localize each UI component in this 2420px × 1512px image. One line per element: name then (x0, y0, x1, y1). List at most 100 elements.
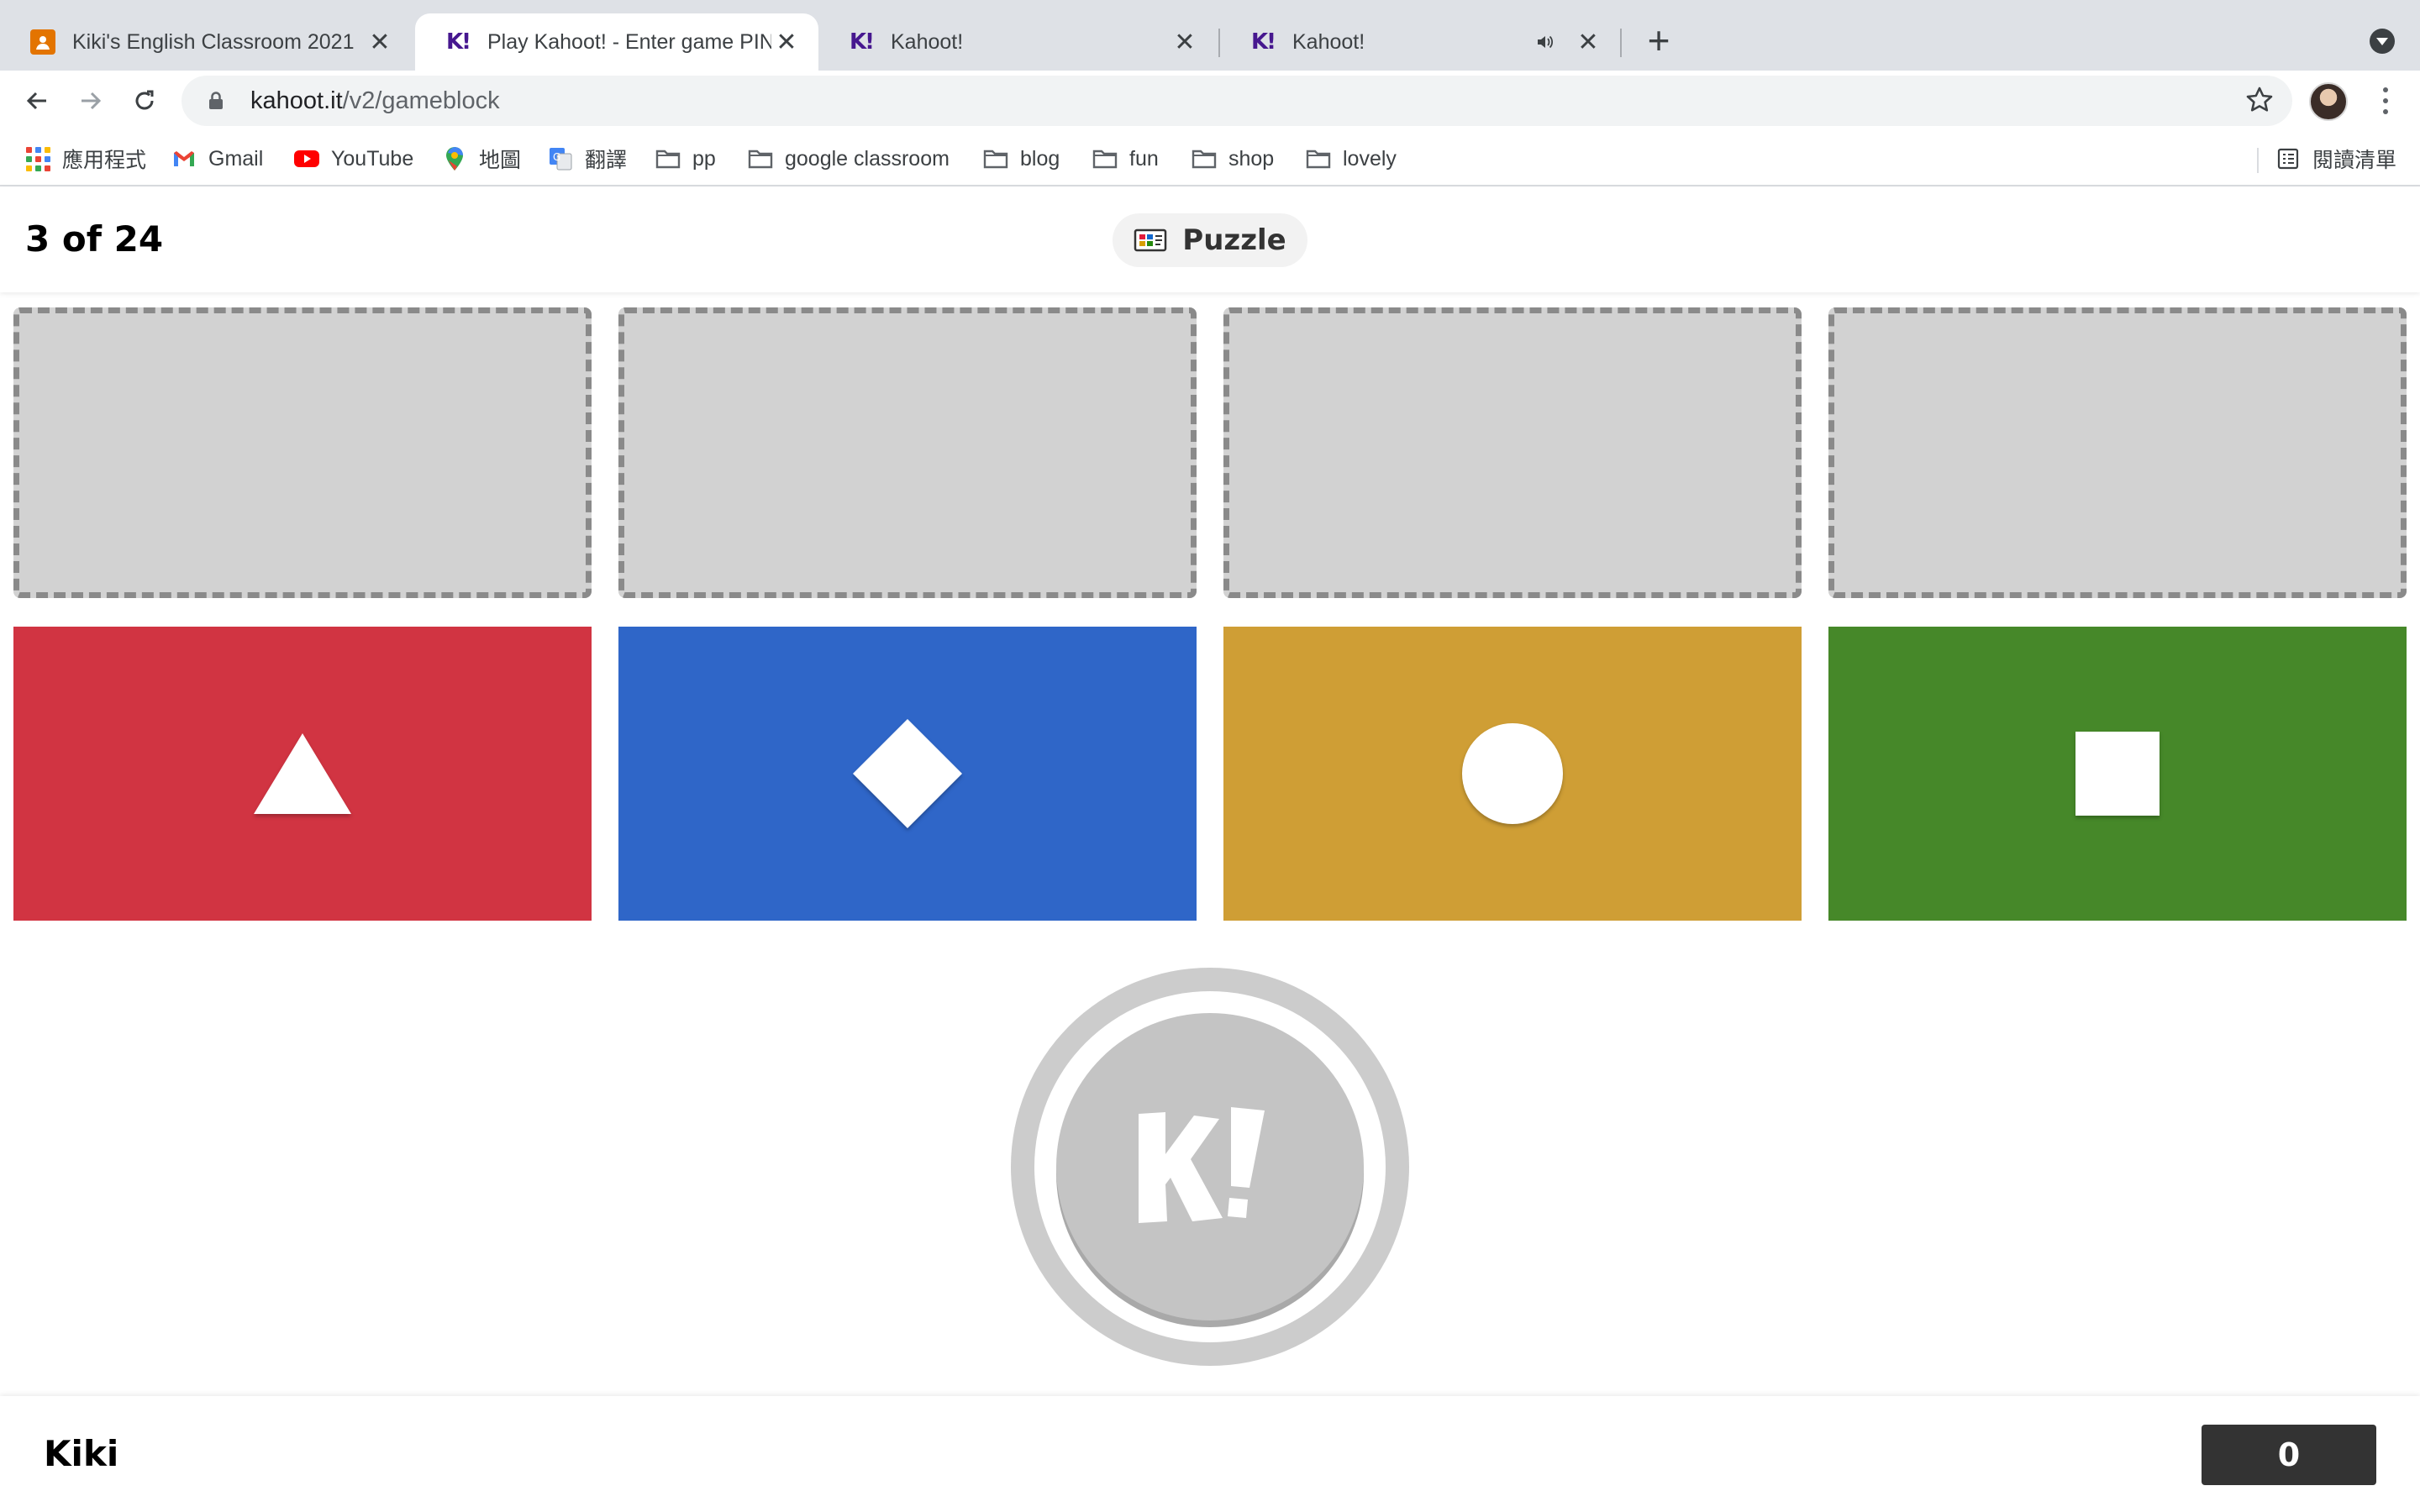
puzzle-drop-slots (13, 307, 2407, 598)
kahoot-submit-button[interactable] (1011, 968, 1409, 1366)
tab-title: Play Kahoot! - Enter game PIN (487, 29, 771, 54)
tab-play-kahoot[interactable]: K! Play Kahoot! - Enter game PIN ✕ (415, 13, 818, 71)
reload-icon (135, 90, 154, 110)
speaker-icon[interactable] (1536, 34, 1561, 50)
bookmarks-bar: 應用程式 Gmail YouTube 地圖 G 翻譯 pp google cla… (0, 131, 2420, 186)
reload-button[interactable] (126, 82, 163, 119)
tab-classroom[interactable]: Kiki's English Classroom 2021 ✕ (0, 13, 412, 71)
reading-list-icon (2275, 146, 2301, 171)
bookmark-label: blog (1020, 146, 1060, 171)
tab-kahoot-2[interactable]: K! Kahoot! ✕ (818, 13, 1217, 71)
reading-list-button[interactable]: 閱讀清單 (2275, 142, 2396, 176)
score-badge: 0 (2202, 1425, 2376, 1485)
gmail-icon (171, 146, 197, 171)
forward-arrow-icon (82, 92, 102, 110)
tab-title: Kahoot! (891, 29, 964, 54)
bookmark-label: lovely (1343, 146, 1397, 171)
back-button[interactable] (18, 82, 55, 119)
tab-title: Kiki's English Classroom 2021 (72, 29, 355, 54)
answer-tiles (13, 627, 2407, 921)
player-name: Kiki (44, 1433, 119, 1474)
answer-tile-blue[interactable] (618, 627, 1197, 921)
folder-icon (748, 146, 773, 171)
bookmark-translate[interactable]: G 翻譯 (548, 142, 627, 176)
browser-toolbar: kahoot.it/v2/gameblock (0, 71, 2420, 131)
profile-avatar[interactable] (2309, 82, 2348, 121)
youtube-icon (294, 146, 319, 171)
bookmark-folder-pp[interactable]: pp (655, 142, 716, 176)
answer-tile-yellow[interactable] (1223, 627, 1802, 921)
bookmark-folder-shop[interactable]: shop (1192, 142, 1274, 176)
url-text[interactable]: kahoot.it/v2/gameblock (250, 87, 500, 115)
tab-title: Kahoot! (1292, 29, 1365, 54)
new-tab-button[interactable]: + (1640, 21, 1677, 60)
tab-separator (1620, 29, 1622, 57)
circle-icon (1462, 723, 1563, 824)
url-host: kahoot.it (250, 87, 343, 114)
bookmark-label: 地圖 (479, 149, 522, 172)
folder-icon (1306, 146, 1331, 171)
reading-list-label: 閱讀清單 (2312, 149, 2397, 172)
bookmark-star-icon[interactable] (2245, 86, 2274, 118)
drop-slot-3[interactable] (1223, 307, 1802, 598)
forward-button[interactable] (72, 82, 109, 119)
folder-icon (983, 146, 1008, 171)
drop-slot-2[interactable] (618, 307, 1197, 598)
kahoot-logo-button[interactable] (1056, 1013, 1364, 1320)
bookmark-label: fun (1129, 146, 1159, 171)
bookmarks-separator (2257, 148, 2259, 173)
bookmark-label: Gmail (208, 146, 264, 171)
close-icon[interactable]: ✕ (771, 27, 802, 57)
apps-icon (25, 146, 50, 171)
tab-search-icon[interactable] (2370, 29, 2395, 54)
lock-icon[interactable] (203, 92, 229, 110)
triangle-icon (254, 733, 351, 814)
tab-strip: Kiki's English Classroom 2021 ✕ K! Play … (0, 0, 2420, 71)
bookmark-apps[interactable]: 應用程式 (25, 142, 146, 176)
back-arrow-icon (26, 92, 46, 110)
close-icon[interactable]: ✕ (365, 27, 395, 57)
square-icon (2075, 732, 2160, 816)
folder-icon (655, 146, 681, 171)
folder-icon (1192, 146, 1217, 171)
kahoot-icon: K! (1250, 29, 1276, 55)
bookmark-maps[interactable]: 地圖 (442, 142, 521, 176)
close-icon[interactable]: ✕ (1573, 27, 1603, 57)
folder-icon (1092, 146, 1118, 171)
bookmark-folder-fun[interactable]: fun (1092, 142, 1159, 176)
bookmark-folder-google-classroom[interactable]: google classroom (748, 142, 950, 176)
kahoot-icon: K! (849, 29, 875, 55)
kahoot-logo-icon (1139, 1107, 1265, 1223)
drop-slot-4[interactable] (1828, 307, 2407, 598)
bookmark-label: pp (692, 146, 716, 171)
classroom-icon (30, 29, 55, 55)
maps-icon (442, 146, 467, 171)
bookmark-youtube[interactable]: YouTube (294, 142, 413, 176)
svg-text:G: G (553, 151, 560, 163)
question-type-badge: Puzzle (1113, 213, 1307, 267)
translate-icon: G (548, 146, 573, 171)
bookmark-folder-lovely[interactable]: lovely (1306, 142, 1397, 176)
bookmark-label: 應用程式 (62, 149, 147, 172)
tab-kahoot-3[interactable]: K! Kahoot! ✕ (1220, 13, 1620, 71)
bookmark-gmail[interactable]: Gmail (171, 142, 263, 176)
drop-slot-1[interactable] (13, 307, 592, 598)
answer-tile-green[interactable] (1828, 627, 2407, 921)
bookmark-label: YouTube (331, 146, 414, 171)
question-counter: 3 of 24 (25, 218, 164, 260)
bookmark-label: google classroom (785, 146, 950, 171)
close-icon[interactable]: ✕ (1170, 27, 1200, 57)
game-top-bar: 3 of 24 Puzzle (0, 186, 2420, 292)
question-type-label: Puzzle (1182, 223, 1286, 257)
answer-tile-red[interactable] (13, 627, 592, 921)
browser-menu-icon[interactable] (2371, 84, 2400, 118)
address-bar[interactable]: kahoot.it/v2/gameblock (182, 76, 2292, 126)
player-bar: Kiki 0 (0, 1396, 2420, 1512)
bookmark-folder-blog[interactable]: blog (983, 142, 1060, 176)
bookmark-label: 翻譯 (585, 149, 628, 172)
puzzle-icon (1134, 228, 1167, 253)
kahoot-icon: K! (445, 29, 471, 55)
diamond-icon (853, 719, 962, 828)
bookmark-label: shop (1228, 146, 1275, 171)
url-path: /v2/gameblock (342, 87, 500, 114)
